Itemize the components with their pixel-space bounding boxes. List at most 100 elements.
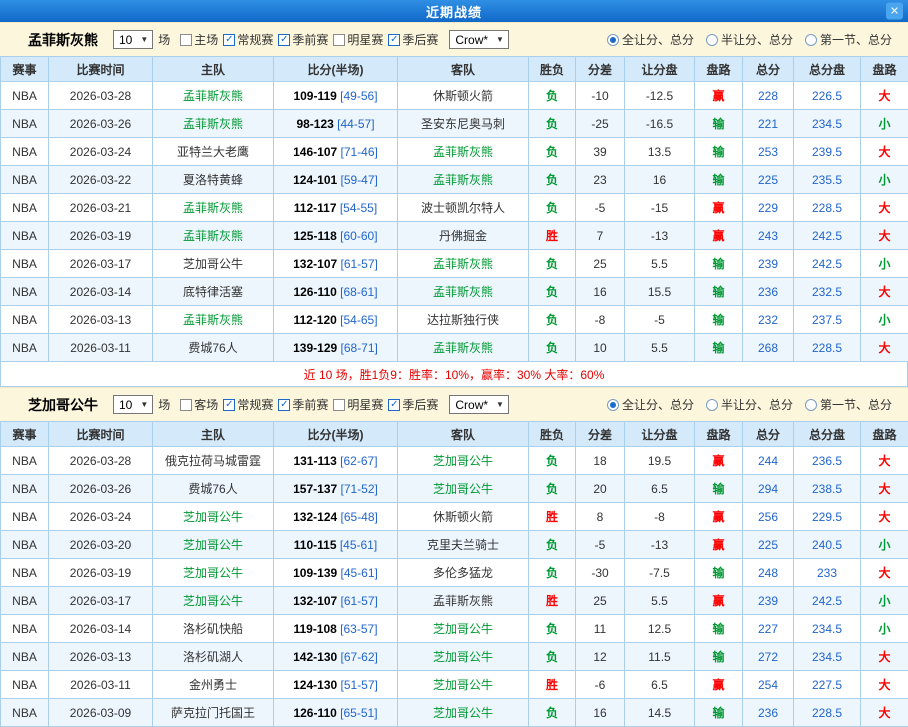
- column-header: 盘路: [861, 422, 908, 447]
- game-row: NBA2026-03-13洛杉矶湖人142-130 [67-62]芝加哥公牛负1…: [1, 643, 908, 671]
- radio-icon[interactable]: [805, 399, 817, 411]
- filter-checkbox-1[interactable]: ✓常规赛: [223, 31, 273, 48]
- dialog-title: 近期战绩: [426, 2, 482, 21]
- checkbox-icon[interactable]: ✓: [278, 34, 290, 46]
- radio-option-1[interactable]: 半让分、总分: [706, 31, 793, 48]
- date-cell: 2026-03-20: [49, 531, 153, 559]
- chevron-down-icon: ▼: [140, 35, 148, 44]
- checkbox-icon[interactable]: [180, 34, 192, 46]
- games-count-select[interactable]: 10 ▼: [113, 30, 153, 49]
- total-line-cell: 236.5: [794, 447, 861, 475]
- column-header: 盘路: [861, 57, 908, 82]
- checkbox-icon[interactable]: ✓: [223, 399, 235, 411]
- league-cell: NBA: [1, 531, 49, 559]
- total-line-cell: 229.5: [794, 503, 861, 531]
- diff-cell: 25: [576, 587, 625, 615]
- radio-option-0[interactable]: 全让分、总分: [607, 31, 694, 48]
- odds-company-select[interactable]: Crow* ▼: [449, 395, 509, 414]
- odds-company-select[interactable]: Crow* ▼: [449, 30, 509, 49]
- ou-cell: 大: [861, 503, 908, 531]
- result-cell: 负: [529, 531, 576, 559]
- home-team-cell: 俄克拉荷马城雷霆: [153, 447, 274, 475]
- games-count-select[interactable]: 10 ▼: [113, 395, 153, 414]
- radio-option-1[interactable]: 半让分、总分: [706, 396, 793, 413]
- filter-checkbox-2[interactable]: ✓季前赛: [278, 31, 328, 48]
- handicap-result-cell: 输: [695, 615, 743, 643]
- close-button[interactable]: ✕: [886, 3, 903, 20]
- away-team-cell: 孟菲斯灰熊: [398, 166, 529, 194]
- half-score: [45-61]: [337, 538, 378, 552]
- result-cell: 负: [529, 334, 576, 362]
- column-header: 主队: [153, 422, 274, 447]
- checkbox-icon[interactable]: [333, 399, 345, 411]
- league-cell: NBA: [1, 306, 49, 334]
- league-cell: NBA: [1, 699, 49, 727]
- radio-icon[interactable]: [706, 34, 718, 46]
- final-score: 125-118: [293, 229, 336, 243]
- half-score: [65-48]: [337, 510, 378, 524]
- game-row: NBA2026-03-09萨克拉门托国王126-110 [65-51]芝加哥公牛…: [1, 699, 908, 727]
- total-cell: 294: [743, 475, 794, 503]
- radio-option-2[interactable]: 第一节、总分: [805, 31, 892, 48]
- column-header: 比分(半场): [274, 57, 398, 82]
- half-score: [63-57]: [337, 622, 378, 636]
- total-cell: 272: [743, 643, 794, 671]
- half-score: [45-61]: [337, 566, 378, 580]
- radio-option-2[interactable]: 第一节、总分: [805, 396, 892, 413]
- handicap-cell: -7.5: [625, 559, 695, 587]
- diff-cell: 16: [576, 278, 625, 306]
- league-cell: NBA: [1, 250, 49, 278]
- date-cell: 2026-03-28: [49, 82, 153, 110]
- game-row: NBA2026-03-11费城76人139-129 [68-71]孟菲斯灰熊负1…: [1, 334, 908, 362]
- filter-checkbox-0[interactable]: 主场: [180, 31, 218, 48]
- checkbox-icon[interactable]: ✓: [388, 399, 400, 411]
- filter-checkbox-4[interactable]: ✓季后赛: [388, 31, 438, 48]
- total-cell: 244: [743, 447, 794, 475]
- final-score: 109-119: [293, 89, 336, 103]
- recent-results-dialog: 近期战绩 ✕ 孟菲斯灰熊 10 ▼ 场 主场✓常规赛✓季前赛明星赛✓季后赛 Cr…: [0, 0, 908, 727]
- half-score: [49-56]: [337, 89, 378, 103]
- radio-icon[interactable]: [607, 399, 619, 411]
- score-cell: 139-129 [68-71]: [274, 334, 398, 362]
- ou-cell: 大: [861, 334, 908, 362]
- checkbox-icon[interactable]: ✓: [278, 399, 290, 411]
- filter-checkbox-2[interactable]: ✓季前赛: [278, 396, 328, 413]
- total-cell: 243: [743, 222, 794, 250]
- total-line-cell: 228.5: [794, 699, 861, 727]
- total-cell: 236: [743, 278, 794, 306]
- home-team-cell: 洛杉矶快船: [153, 615, 274, 643]
- radio-option-0[interactable]: 全让分、总分: [607, 396, 694, 413]
- final-score: 98-123: [296, 117, 333, 131]
- checkbox-icon[interactable]: ✓: [388, 34, 400, 46]
- handicap-cell: 15.5: [625, 278, 695, 306]
- filter-checkbox-0[interactable]: 客场: [180, 396, 218, 413]
- column-header: 赛事: [1, 57, 49, 82]
- filter-checkbox-4[interactable]: ✓季后赛: [388, 396, 438, 413]
- score-cell: 98-123 [44-57]: [274, 110, 398, 138]
- radio-icon[interactable]: [607, 34, 619, 46]
- checkbox-icon[interactable]: ✓: [223, 34, 235, 46]
- ou-cell: 大: [861, 559, 908, 587]
- game-row: NBA2026-03-26孟菲斯灰熊98-123 [44-57]圣安东尼奥马刺负…: [1, 110, 908, 138]
- handicap-cell: 5.5: [625, 250, 695, 278]
- radio-icon[interactable]: [706, 399, 718, 411]
- away-team-cell: 波士顿凯尔特人: [398, 194, 529, 222]
- column-header: 胜负: [529, 422, 576, 447]
- filter-checkbox-1[interactable]: ✓常规赛: [223, 396, 273, 413]
- total-cell: 248: [743, 559, 794, 587]
- total-cell: 254: [743, 671, 794, 699]
- filter-checkbox-group: 客场 ✓常规赛 ✓季前赛明星赛 ✓季后赛: [175, 396, 438, 413]
- date-cell: 2026-03-11: [49, 671, 153, 699]
- handicap-cell: 16: [625, 166, 695, 194]
- checkbox-icon[interactable]: [333, 34, 345, 46]
- score-cell: 132-124 [65-48]: [274, 503, 398, 531]
- handicap-cell: -15: [625, 194, 695, 222]
- filter-checkbox-3[interactable]: 明星赛: [333, 31, 383, 48]
- handicap-result-cell: 赢: [695, 587, 743, 615]
- handicap-cell: -12.5: [625, 82, 695, 110]
- radio-icon[interactable]: [805, 34, 817, 46]
- filter-checkbox-3[interactable]: 明星赛: [333, 396, 383, 413]
- ou-cell: 大: [861, 82, 908, 110]
- league-cell: NBA: [1, 503, 49, 531]
- checkbox-icon[interactable]: [180, 399, 192, 411]
